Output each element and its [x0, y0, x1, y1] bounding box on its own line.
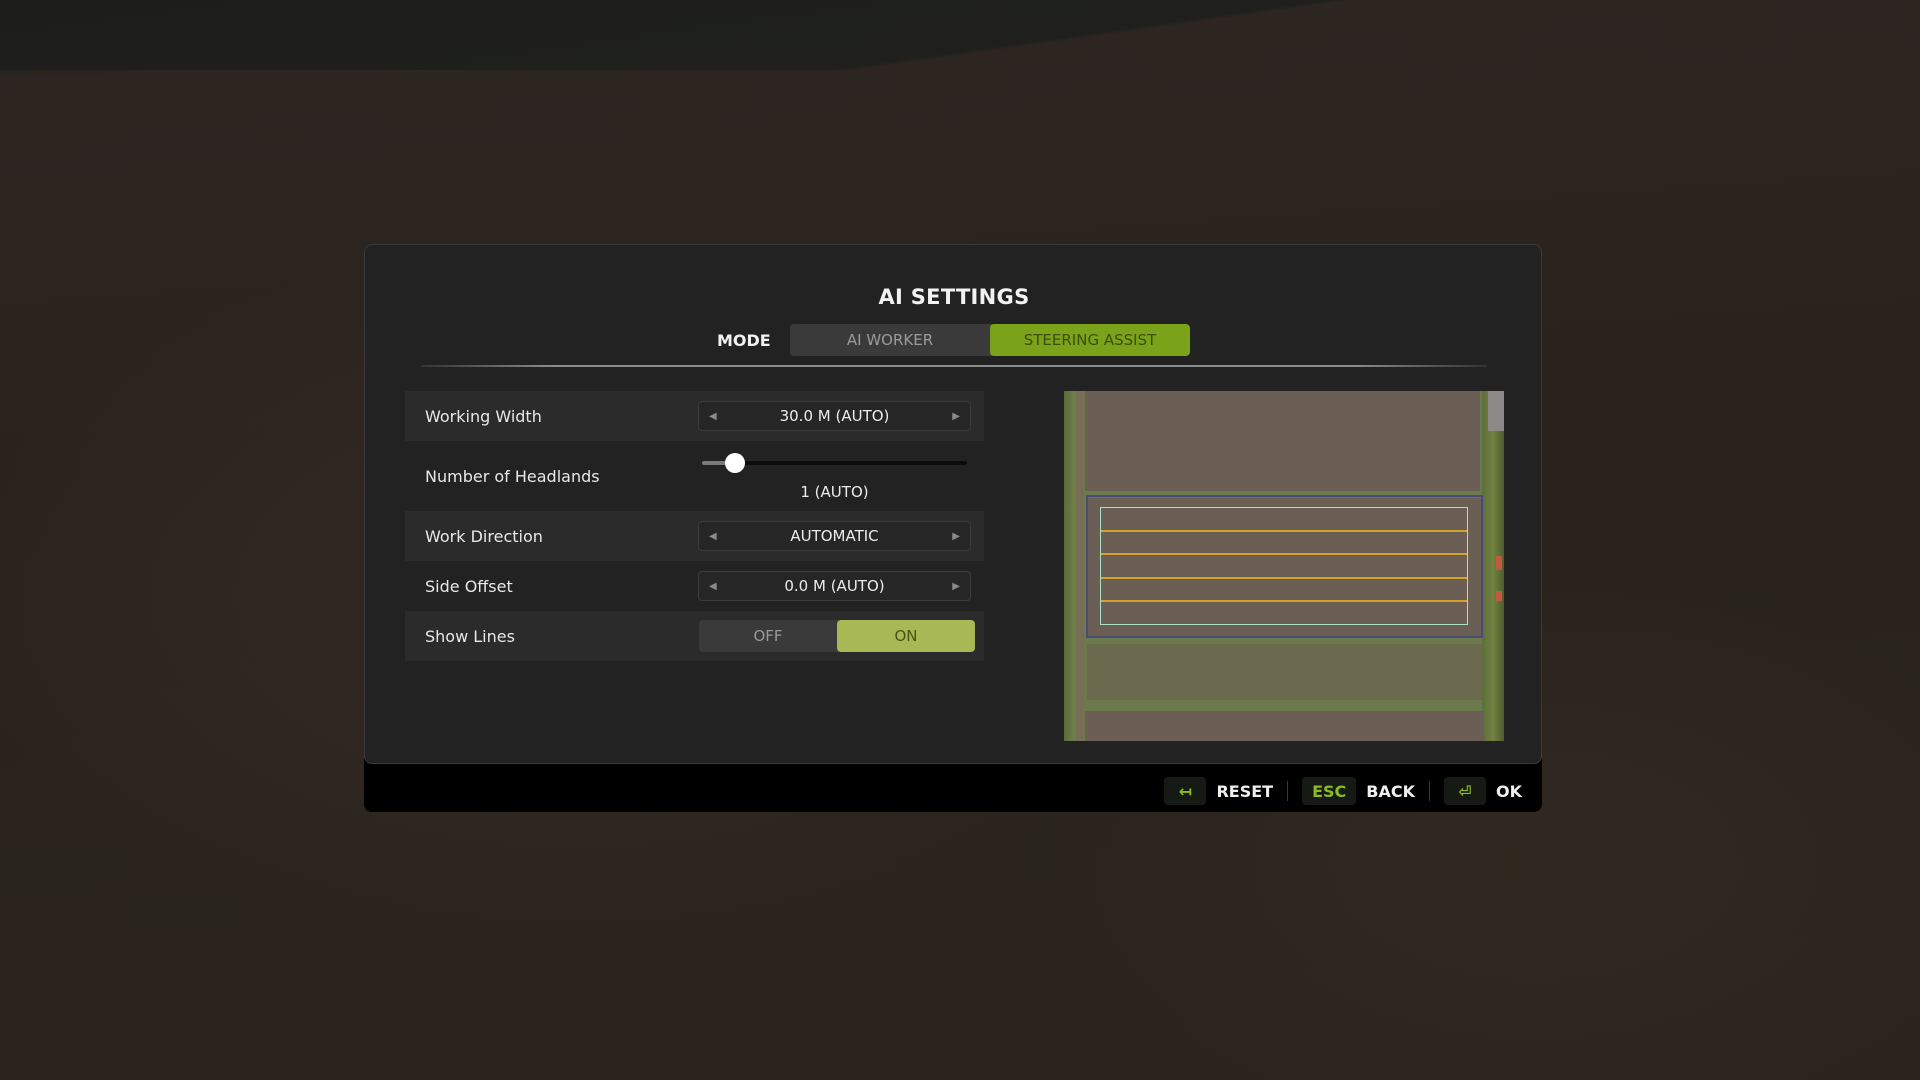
- back-label: BACK: [1366, 781, 1415, 801]
- selector-value: 0.0 M (AUTO): [784, 577, 885, 595]
- map-building: [1496, 591, 1502, 601]
- map-road: [1076, 391, 1084, 741]
- setting-label: Side Offset: [425, 576, 513, 596]
- arrow-left-icon[interactable]: ◀: [709, 411, 717, 422]
- setting-row-work-direction: Work Direction ◀ AUTOMATIC ▶: [405, 511, 984, 561]
- dialog-title: AI SETTINGS: [878, 285, 1030, 309]
- enter-icon: ⏎: [1444, 777, 1486, 805]
- arrow-right-icon[interactable]: ▶: [952, 581, 960, 592]
- footer-actions: ↤ RESET ESC BACK ⏎ OK: [1164, 776, 1522, 806]
- mode-tabs: AI WORKER STEERING ASSIST: [790, 324, 1190, 356]
- setting-label: Show Lines: [425, 626, 515, 646]
- reset-button[interactable]: ↤ RESET: [1164, 777, 1273, 805]
- esc-key-icon: ESC: [1302, 777, 1357, 805]
- setting-row-working-width: Working Width ◀ 30.0 M (AUTO) ▶: [405, 391, 984, 441]
- arrow-left-icon[interactable]: ◀: [709, 581, 717, 592]
- arrow-right-icon[interactable]: ▶: [952, 531, 960, 542]
- mode-label: MODE: [717, 331, 771, 350]
- side-offset-selector[interactable]: ◀ 0.0 M (AUTO) ▶: [698, 571, 971, 601]
- toggle-off[interactable]: OFF: [699, 620, 837, 652]
- ai-settings-dialog: AI SETTINGS MODE AI WORKER STEERING ASSI…: [364, 244, 1542, 812]
- tab-steering-assist[interactable]: STEERING ASSIST: [990, 324, 1190, 356]
- headlands-slider[interactable]: [698, 453, 971, 473]
- setting-label: Number of Headlands: [425, 466, 600, 486]
- work-area-outline: [1100, 507, 1468, 625]
- arrow-left-icon[interactable]: ◀: [709, 531, 717, 542]
- footer-divider: [1287, 781, 1289, 801]
- tab-ai-worker[interactable]: AI WORKER: [790, 324, 990, 356]
- work-line: [1101, 553, 1467, 555]
- map-building: [1488, 391, 1504, 431]
- slider-thumb[interactable]: [724, 453, 745, 473]
- selector-value: AUTOMATIC: [790, 527, 879, 545]
- map-building: [1496, 556, 1502, 570]
- footer-divider: [1429, 781, 1430, 801]
- dialog-panel: AI SETTINGS MODE AI WORKER STEERING ASSI…: [364, 244, 1542, 764]
- setting-label: Working Width: [425, 406, 542, 426]
- toggle-on[interactable]: ON: [837, 620, 975, 652]
- reset-arrow-icon: ↤: [1164, 777, 1207, 805]
- work-line: [1101, 530, 1467, 532]
- map-field: [1085, 711, 1484, 741]
- map-field: [1087, 644, 1482, 700]
- back-button[interactable]: ESC BACK: [1302, 777, 1415, 805]
- ok-label: OK: [1496, 781, 1522, 801]
- setting-row-show-lines: Show Lines OFF ON: [405, 611, 984, 661]
- slider-value: 1 (AUTO): [800, 483, 869, 501]
- ok-button[interactable]: ⏎ OK: [1444, 777, 1522, 805]
- setting-row-headlands: Number of Headlands 1 (AUTO): [405, 441, 984, 511]
- field-preview-map: [1064, 391, 1504, 741]
- setting-row-side-offset: Side Offset ◀ 0.0 M (AUTO) ▶: [405, 561, 984, 611]
- show-lines-toggle[interactable]: OFF ON: [699, 620, 975, 652]
- working-width-selector[interactable]: ◀ 30.0 M (AUTO) ▶: [698, 401, 971, 431]
- background-landscape: [0, 0, 1920, 70]
- reset-label: RESET: [1216, 781, 1274, 801]
- settings-list: Working Width ◀ 30.0 M (AUTO) ▶ Number o…: [405, 391, 984, 661]
- map-field: [1085, 391, 1480, 491]
- arrow-right-icon[interactable]: ▶: [952, 411, 960, 422]
- selector-value: 30.0 M (AUTO): [779, 407, 890, 425]
- work-direction-selector[interactable]: ◀ AUTOMATIC ▶: [698, 521, 971, 551]
- setting-label: Work Direction: [425, 526, 543, 546]
- work-line: [1101, 600, 1467, 602]
- header-separator: [421, 365, 1487, 367]
- work-line: [1101, 577, 1467, 579]
